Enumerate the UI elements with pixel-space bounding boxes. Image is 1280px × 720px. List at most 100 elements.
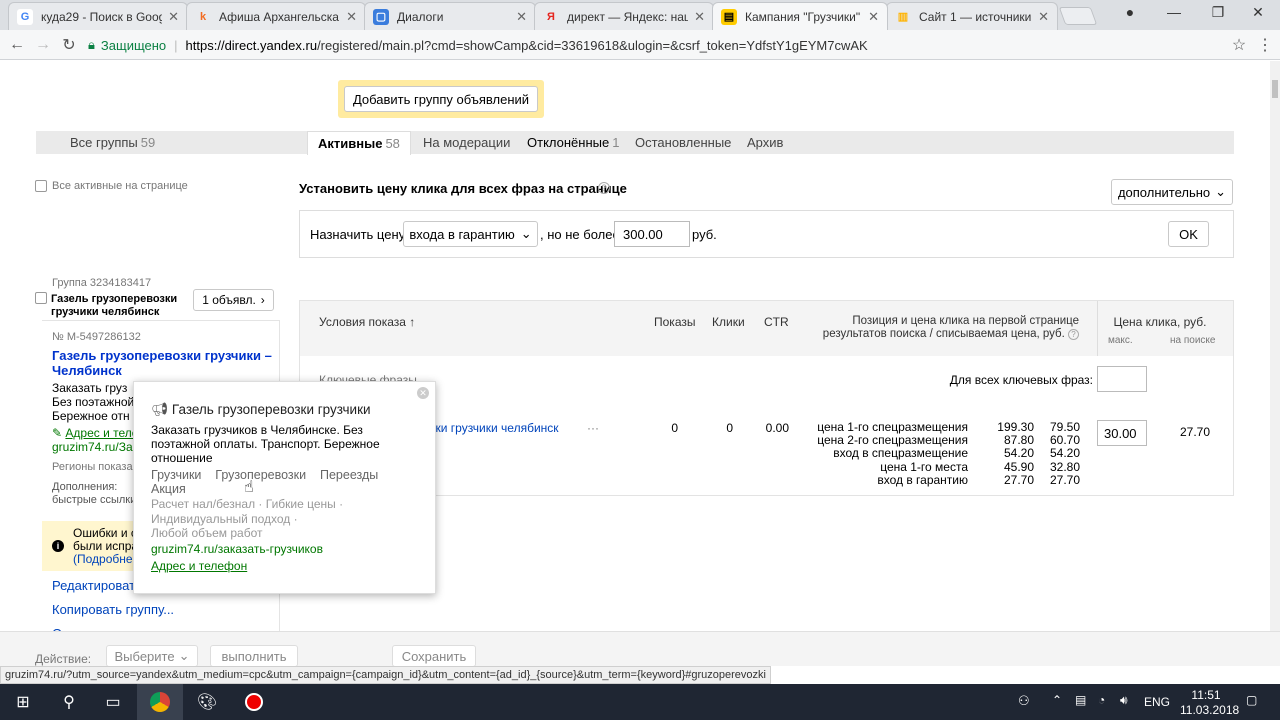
save-button[interactable]: Сохранить [392, 645, 476, 667]
volume-icon[interactable]: 🔊︎ [1120, 693, 1128, 708]
dialogs-icon: ▢ [373, 8, 389, 25]
close-tab-icon[interactable]: ✕ [516, 9, 527, 25]
tab-archive[interactable]: Архив [747, 131, 783, 154]
sitelink[interactable]: Акция [151, 482, 186, 496]
close-tab-icon[interactable]: ✕ [868, 9, 879, 25]
regions-label: Регионы показа [52, 461, 133, 473]
close-tab-icon[interactable]: ✕ [168, 9, 179, 25]
help-icon[interactable]: ? [1068, 329, 1079, 340]
browser-tab[interactable]: Я директ — Яндекс: наш ✕ [534, 2, 714, 30]
wifi-icon[interactable]: ◔ [1098, 693, 1105, 707]
list-item: вход в спецразмещение 54.20 54.20 [833, 446, 1080, 461]
copy-group-link[interactable]: Копировать группу... [52, 602, 174, 617]
tab-moderation[interactable]: На модерации [423, 131, 510, 154]
more-icon[interactable]: ··· [587, 421, 599, 435]
max-price-input[interactable]: 30.00 [1097, 420, 1147, 446]
select-all-checkbox[interactable] [35, 180, 47, 192]
close-tab-icon[interactable]: ✕ [694, 9, 705, 25]
edit-link[interactable]: Редактироват [52, 578, 135, 593]
url-text: https://direct.yandex.ru/registered/main… [185, 37, 868, 53]
yandex-icon: Я [547, 10, 555, 23]
group-name: Газель грузоперевозки грузчики челябинск [51, 293, 178, 318]
set-price-heading: Установить цену клика для всех фраз на с… [299, 181, 627, 196]
tab-stopped[interactable]: Остановленные [635, 131, 731, 154]
group-id: Группа 3234183417 [52, 277, 152, 289]
url-field[interactable]: 🔒︎ Защищено | https://direct.yandex.ru/r… [88, 34, 1254, 56]
help-icon[interactable]: ? [598, 182, 610, 194]
close-tab-icon[interactable]: ✕ [346, 9, 357, 25]
browser-tab[interactable]: k Афиша Архангельска | ✕ [186, 2, 366, 30]
metrika-icon: ▥ [897, 11, 909, 23]
sitelink[interactable]: Грузчики [151, 468, 201, 482]
tray-arrow-icon[interactable]: ⌃ [1052, 693, 1062, 707]
close-window-icon[interactable]: ✕ [1236, 0, 1280, 24]
select-all-label: Все активные на странице [52, 180, 188, 192]
chrome-icon[interactable] [137, 684, 183, 720]
all-phrases-label: Для всех ключевых фраз: [949, 373, 1093, 387]
bookmark-star-icon[interactable]: ☆ [1228, 34, 1250, 56]
tab-all-groups[interactable]: Все группы 59 [70, 131, 155, 154]
popup-address-link[interactable]: Адрес и телефон [151, 559, 247, 573]
chevron-down-icon: ⌄ [178, 648, 190, 663]
price-limit-input[interactable]: 300.00 [614, 221, 690, 247]
currency-label: руб. [692, 227, 717, 242]
ok-button[interactable]: OK [1168, 221, 1209, 247]
back-icon[interactable]: ← [6, 34, 28, 56]
menu-icon[interactable]: ⋮ [1254, 34, 1276, 56]
language-indicator[interactable]: ENG [1144, 695, 1170, 709]
search-icon[interactable]: ⚲ [46, 684, 92, 720]
network-icon[interactable]: ▤ [1075, 693, 1086, 707]
page-scrollbar[interactable] [1270, 61, 1280, 631]
paint-icon[interactable]: 🎨︎ [184, 684, 230, 720]
position-header: Позиция и цена клика на первой странице … [822, 315, 1079, 340]
ad-title[interactable]: Газель грузоперевозки грузчики – Челябин… [52, 348, 272, 378]
windows-start-icon[interactable]: ⊞ [0, 684, 46, 720]
sitelink[interactable]: Грузоперевозки [215, 468, 306, 482]
new-tab-button[interactable] [1058, 7, 1098, 25]
maximize-icon[interactable]: ❐ [1196, 0, 1240, 24]
tab-rejected[interactable]: Отклонённые 1 [527, 131, 619, 154]
list-item: вход в гарантию 27.70 27.70 [877, 472, 1080, 487]
minimize-icon[interactable]: — [1152, 0, 1196, 24]
browser-tab[interactable]: G куда29 - Поиск в Goog ✕ [8, 2, 188, 30]
keyword-phrase[interactable]: зки грузчики челябинск [430, 421, 559, 435]
more-dropdown[interactable]: дополнительно ⌄ [1111, 179, 1233, 205]
all-phrases-price-input[interactable] [1097, 366, 1147, 392]
action-select[interactable]: Выберите ⌄ [106, 645, 198, 667]
run-button[interactable]: выполнить [210, 645, 298, 667]
clock[interactable]: 11:51 11.03.2018 [1180, 688, 1239, 718]
conditions-header[interactable]: Условия показа ↑ [319, 315, 415, 329]
price-mode-select[interactable]: входа в гарантию ⌄ [403, 221, 538, 247]
search-header: на поиске [1170, 335, 1216, 346]
tab-active[interactable]: Активные 58 [307, 131, 411, 155]
group-checkbox[interactable] [35, 292, 47, 304]
clicks-header[interactable]: Клики [712, 315, 745, 329]
chevron-down-icon: ⌄ [520, 226, 532, 241]
forward-icon[interactable]: → [32, 34, 54, 56]
browser-tab-active[interactable]: ▤ Кампания "Грузчики" ✕ [712, 2, 888, 30]
address-link[interactable]: ✎ Адрес и теле [52, 426, 138, 440]
ads-count-button[interactable]: 1 объявл. › [193, 289, 274, 311]
popup-text: Заказать грузчиков в Челябинске. Без поэ… [151, 423, 380, 465]
google-icon: G [17, 8, 33, 25]
search-price-value: 27.70 [1179, 425, 1210, 439]
record-icon[interactable] [231, 684, 277, 720]
sitelink[interactable]: Переезды [320, 468, 378, 482]
close-tab-icon[interactable]: ✕ [1038, 9, 1049, 25]
impressions-header[interactable]: Показы [654, 315, 695, 329]
hand-cursor-icon: ☝︎ [244, 479, 254, 496]
browser-tab[interactable]: ▢ Диалоги ✕ [364, 2, 536, 30]
ctr-header[interactable]: CTR [764, 315, 789, 329]
scrollbar-thumb[interactable] [1272, 80, 1278, 98]
popup-callouts: Расчет нал/безнал · Гибкие цены · Индиви… [151, 497, 344, 540]
task-view-icon[interactable]: ▭ [90, 684, 136, 720]
notifications-icon[interactable]: ▢ [1246, 693, 1257, 707]
reload-icon[interactable]: ↻ [58, 34, 80, 56]
people-icon[interactable]: ⚇ [1018, 693, 1030, 709]
add-group-button[interactable]: Добавить группу объявлений [344, 86, 538, 112]
browser-tab[interactable]: ▥ Сайт 1 — источники, с ✕ [886, 2, 1058, 30]
secure-label: Защищено [100, 37, 167, 53]
profile-icon[interactable]: ● [1108, 0, 1152, 24]
positions-list: цена 1-го спецразмещения 199.30 79.50 цена… [800, 420, 1080, 487]
close-icon[interactable]: ✕ [417, 387, 429, 399]
